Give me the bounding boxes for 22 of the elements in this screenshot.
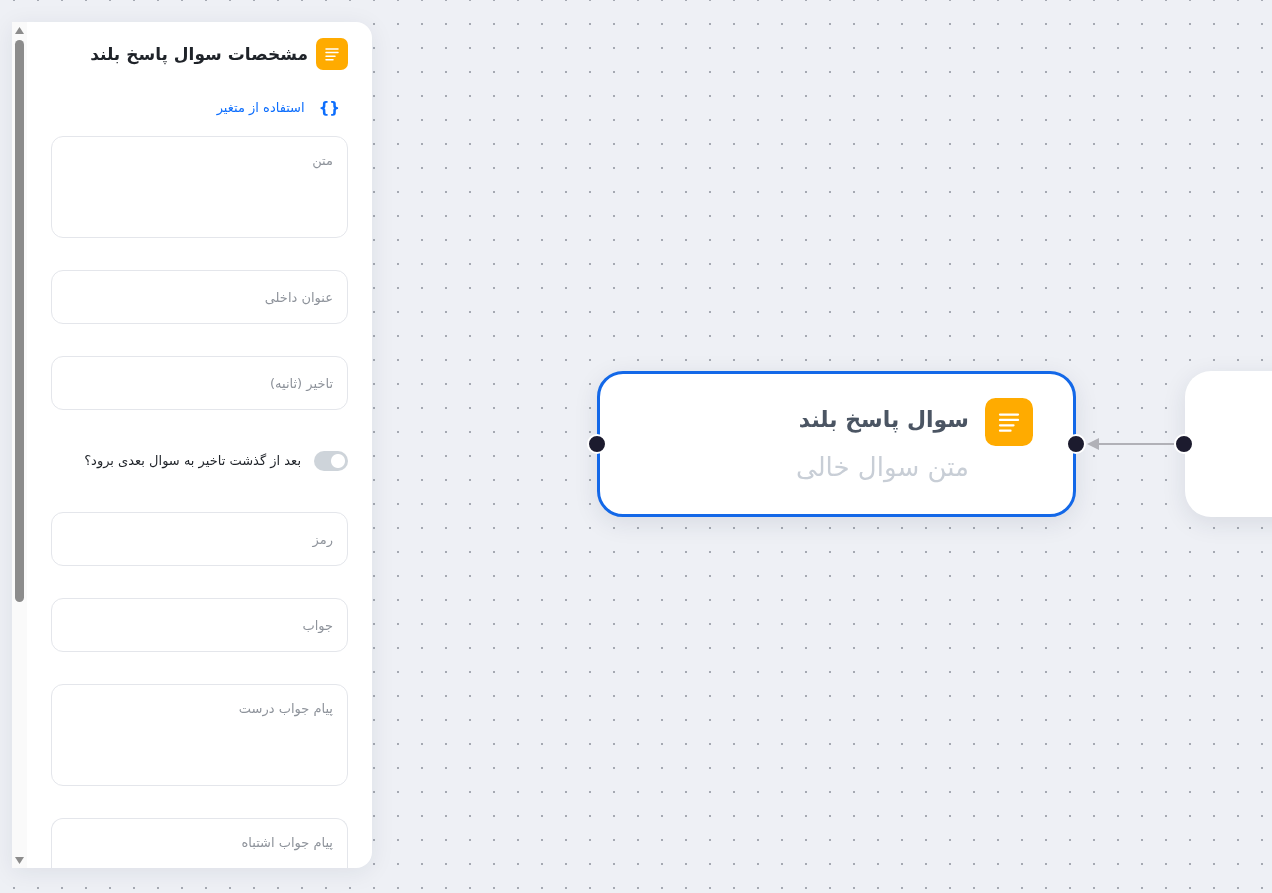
text-lines-icon	[316, 38, 348, 70]
toggle-switch[interactable]	[314, 451, 348, 471]
curly-braces-icon: {}	[318, 98, 340, 118]
input-field[interactable]: رمز	[51, 512, 348, 566]
toggle-label: بعد از گذشت تاخیر به سوال بعدی برود؟	[84, 452, 301, 471]
panel-title: مشخصات سوال پاسخ بلند	[90, 43, 308, 67]
scroll-up-icon[interactable]	[15, 27, 24, 34]
node-title: سوال پاسخ بلند	[798, 406, 969, 435]
connection-handle[interactable]	[1174, 434, 1194, 454]
scroll-down-icon[interactable]	[15, 857, 24, 864]
scrollbar-thumb[interactable]	[15, 40, 24, 602]
variable-link[interactable]: {} استفاده از متغیر	[216, 98, 340, 118]
text-area[interactable]: متن	[51, 136, 348, 238]
scrollbar[interactable]	[12, 22, 27, 868]
text-area[interactable]: پیام جواب درست	[51, 684, 348, 786]
input-field[interactable]: تاخیر (ثانیه)	[51, 356, 348, 410]
text-lines-icon	[985, 398, 1033, 446]
connection-handle[interactable]	[587, 434, 607, 454]
connection-handle[interactable]	[1066, 434, 1086, 454]
text-area[interactable]: پیام جواب اشتباه	[51, 818, 348, 868]
input-field[interactable]: عنوان داخلی	[51, 270, 348, 324]
input-field[interactable]: جواب	[51, 598, 348, 652]
